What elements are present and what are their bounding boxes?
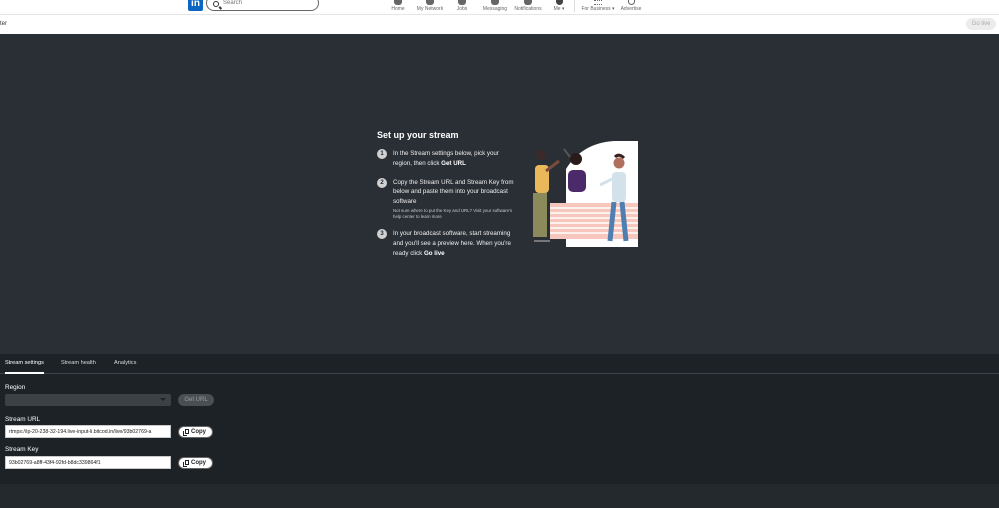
bell-icon	[524, 0, 532, 5]
copy-label: Copy	[191, 460, 206, 466]
step-text: In your broadcast software, start stream…	[393, 229, 517, 258]
nav-advertise-label: Advertise	[620, 6, 642, 12]
stream-url-label: Stream URL	[5, 416, 41, 423]
nav-messaging-label: Messaging	[482, 6, 508, 12]
nav-home[interactable]: Home	[390, 0, 406, 14]
nav-me-label: Me ▾	[553, 6, 565, 12]
jobs-icon	[458, 0, 466, 5]
nav-me[interactable]: Me ▾	[551, 0, 567, 14]
region-label: Region	[5, 384, 26, 391]
tab-analytics[interactable]: Analytics	[114, 360, 136, 374]
advertise-icon	[627, 0, 635, 5]
grid-icon	[594, 0, 602, 5]
step-text-part: Copy the Stream URL and Stream Key from …	[393, 178, 514, 206]
search-input[interactable]	[223, 0, 313, 8]
event-header: ter Go live	[0, 14, 999, 34]
nav-advertise[interactable]: Advertise	[620, 0, 642, 14]
stream-preview: Set up your stream 1 In the Stream setti…	[0, 34, 999, 354]
event-title: ter	[0, 21, 8, 27]
setup-title: Set up your stream	[377, 130, 459, 140]
nav-home-label: Home	[391, 6, 405, 12]
search-icon	[213, 1, 219, 7]
home-icon	[394, 0, 402, 5]
stream-key-field[interactable]	[5, 456, 171, 469]
nav-my-network-label: My Network	[416, 6, 444, 12]
step-number: 1	[377, 149, 387, 159]
step-number: 3	[377, 228, 387, 239]
nav-messaging[interactable]: Messaging	[482, 0, 508, 14]
step-text: Copy the Stream URL and Stream Key from …	[393, 178, 517, 207]
panel-footer	[0, 484, 999, 508]
nav-my-network[interactable]: My Network	[416, 0, 444, 14]
settings-tabs: Stream settings Stream health Analytics	[0, 354, 999, 374]
step-text-bold: Go live	[423, 249, 445, 257]
step-text-part: In your broadcast software, start stream…	[393, 229, 511, 257]
linkedin-logo[interactable]: in	[188, 0, 203, 11]
nav-jobs[interactable]: Jobs	[455, 0, 469, 14]
stream-settings-panel: Stream settings Stream health Analytics …	[0, 354, 999, 508]
nav-for-business-label: For Business ▾	[581, 6, 615, 12]
get-url-button[interactable]: Get URL	[178, 394, 214, 406]
copy-stream-url-button[interactable]: Copy	[178, 426, 213, 438]
stream-url-field[interactable]	[5, 425, 171, 438]
step-text-bold: Get URL	[441, 159, 466, 167]
chevron-down-icon	[160, 398, 166, 401]
step-number: 2	[377, 177, 387, 188]
copy-stream-key-button[interactable]: Copy	[178, 457, 213, 469]
broadcast-illustration	[533, 141, 638, 247]
search-bar[interactable]	[206, 0, 319, 11]
copy-icon	[183, 460, 189, 467]
top-navigation: in Home My Network Jobs Messaging Notifi…	[0, 0, 999, 14]
region-select[interactable]	[5, 394, 171, 406]
nav-divider	[574, 0, 575, 12]
setup-instructions: Set up your stream 1 In the Stream setti…	[377, 130, 517, 267]
copy-label: Copy	[191, 429, 206, 435]
messaging-icon	[491, 0, 499, 5]
step-text: In the Stream settings below, pick your …	[393, 149, 517, 169]
nav-notifications-label: Notifications	[514, 6, 542, 12]
step-note: Not sure where to put the Key and URL? V…	[393, 207, 513, 219]
network-icon	[426, 0, 434, 5]
copy-icon	[183, 429, 189, 436]
go-live-button[interactable]: Go live	[966, 18, 996, 30]
stream-key-label: Stream Key	[5, 446, 39, 453]
tab-stream-health[interactable]: Stream health	[61, 360, 96, 374]
avatar	[555, 0, 563, 5]
tab-stream-settings[interactable]: Stream settings	[5, 360, 44, 374]
nav-notifications[interactable]: Notifications	[513, 0, 543, 14]
setup-step-3: 3 In your broadcast software, start stre…	[377, 228, 517, 258]
nav-jobs-label: Jobs	[456, 6, 468, 12]
nav-for-business[interactable]: For Business ▾	[580, 0, 616, 14]
setup-step-1: 1 In the Stream settings below, pick you…	[377, 149, 517, 169]
setup-step-2: 2 Copy the Stream URL and Stream Key fro…	[377, 177, 517, 220]
